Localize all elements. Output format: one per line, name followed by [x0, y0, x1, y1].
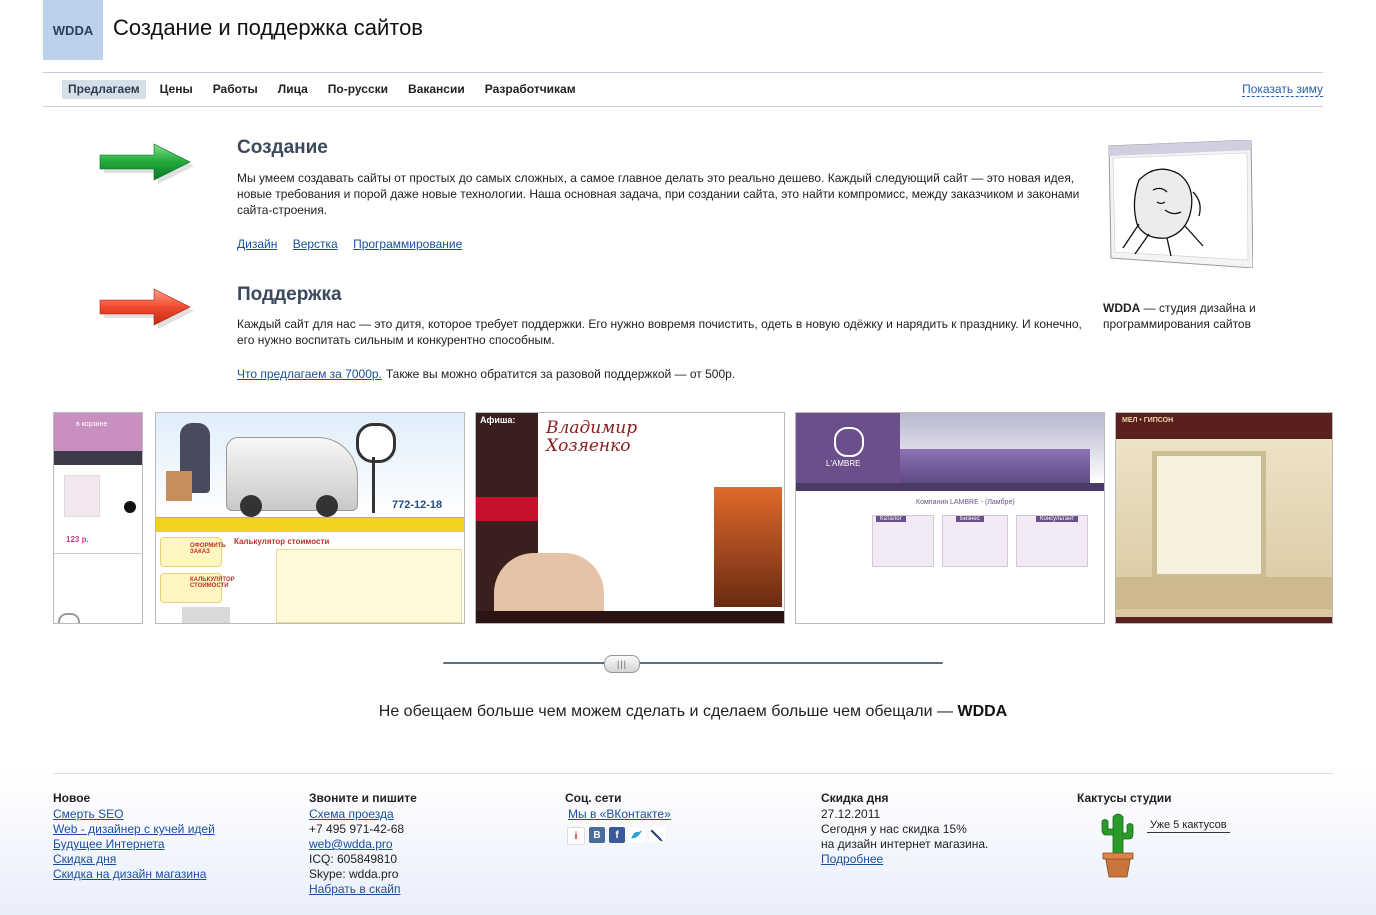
- thumb-cart-label: в корзине: [76, 421, 108, 428]
- carousel-slider-track[interactable]: [443, 662, 943, 664]
- nav-divider-bottom: [43, 106, 1323, 107]
- footer-discount: Скидка дня 27.12.2011 Сегодня у нас скид…: [821, 791, 988, 867]
- support-title: Поддержка: [237, 284, 342, 305]
- footer-news-title: Новое: [53, 791, 91, 805]
- creation-text: Мы умеем создавать сайты от простых до с…: [237, 171, 1080, 217]
- phone-number: +7 495 971-42-68: [309, 822, 405, 836]
- nav-item-prices[interactable]: Цены: [154, 80, 199, 99]
- nav-item-works[interactable]: Работы: [207, 80, 264, 99]
- footer-news: Новое Смерть SEO Web - дизайнер с кучей …: [53, 791, 215, 882]
- support-text: Каждый сайт для нас — это дитя, которое …: [237, 317, 1082, 347]
- footer-cactus: Кактусы студии: [1077, 791, 1172, 807]
- discount-line-1: Сегодня у нас скидка 15%: [821, 822, 967, 836]
- thumb-gypsum-brand: МЕЛ • ГИПСОН: [1122, 417, 1174, 424]
- nav-item-offer[interactable]: Предлагаем: [62, 80, 146, 99]
- portfolio-thumb-lambre[interactable]: L'AMBRE Компания LAMBRE - (Ламбре) Катал…: [795, 412, 1105, 624]
- skype-call-link[interactable]: Набрать в скайп: [309, 882, 400, 896]
- thumb-calc-label: КАЛЬКУЛЯТОР СТОИМОСТИ: [190, 577, 235, 589]
- portfolio-thumb-singer[interactable]: Афиша: Владимир Хозяенко: [475, 412, 785, 624]
- footer-news-link-5[interactable]: Скидка на дизайн магазина: [53, 867, 206, 881]
- thumb-order-label: ОФОРМИТЬ ЗАКАЗ: [190, 543, 226, 555]
- footer-divider: [53, 773, 1333, 774]
- nav-item-developers[interactable]: Разработчикам: [479, 80, 582, 99]
- footer-social-title: Соц. сети: [565, 791, 622, 805]
- design-link[interactable]: Дизайн: [237, 237, 277, 251]
- red-arrow-icon: [99, 288, 194, 329]
- carousel-slider-handle[interactable]: |||: [604, 655, 640, 673]
- portfolio-thumb-shop[interactable]: в корзине 123 р.: [53, 412, 143, 624]
- discount-more-link[interactable]: Подробнее: [821, 852, 883, 866]
- vkontakte-icon[interactable]: В: [589, 827, 605, 843]
- skype-name: Skype: wdda.pro: [309, 867, 399, 881]
- footer-social: Соц. сети Мы в «ВКонтакте» i В f: [565, 791, 671, 845]
- footer-discount-title: Скидка дня: [821, 791, 889, 805]
- social-icons: i В f: [567, 827, 671, 845]
- thumb-afisha: Афиша:: [480, 415, 516, 425]
- portfolio-carousel[interactable]: в корзине 123 р. 772-12-18 Калькулятор с…: [53, 412, 1333, 624]
- footer-news-link-1[interactable]: Смерть SEO: [53, 807, 123, 821]
- portfolio-thumb-delivery[interactable]: 772-12-18 Калькулятор стоимости ОФОРМИТЬ…: [155, 412, 465, 624]
- icq-number: ICQ: 605849810: [309, 852, 398, 866]
- footer-news-link-4[interactable]: Скидка дня: [53, 852, 116, 866]
- footer-contacts: Звоните и пишите Схема проезда +7 495 97…: [309, 791, 417, 897]
- livejournal-icon[interactable]: [649, 827, 665, 843]
- cactus-icon: [1101, 813, 1134, 878]
- slogan: Не обещаем больше чем можем сделать и сд…: [0, 703, 1376, 721]
- browser-sketch-illustration: [1108, 140, 1253, 268]
- caption-brand: WDDA: [1103, 301, 1141, 315]
- thumb-lambre-brand: L'AMBRE: [826, 459, 861, 468]
- nav-item-russian[interactable]: По-русски: [322, 80, 394, 99]
- site-title: Создание и поддержка сайтов: [113, 15, 423, 40]
- thumb-phone: 772-12-18: [392, 499, 443, 511]
- thumb-singer-name: Владимир Хозяенко: [546, 418, 638, 456]
- thumb-tab-catalog: Каталог: [876, 516, 906, 522]
- facebook-icon[interactable]: f: [609, 827, 625, 843]
- slogan-brand: WDDA: [957, 703, 1008, 720]
- nav-item-faces[interactable]: Лица: [272, 80, 314, 99]
- support-note: Также вы можно обратится за разовой подд…: [385, 367, 736, 381]
- thumb-tab-business: Бизнес: [956, 516, 984, 522]
- thumb-lambre-title: Компания LAMBRE - (Ламбре): [916, 499, 1015, 506]
- show-winter-link[interactable]: Показать зиму: [1242, 82, 1323, 97]
- twitter-icon[interactable]: [629, 827, 645, 843]
- email-link[interactable]: web@wdda.pro: [309, 837, 393, 851]
- cactus-count-bubble: Уже 5 кактусов: [1147, 819, 1230, 833]
- discount-date: 27.12.2011: [821, 807, 881, 821]
- discount-line-2: на дизайн интернет магазина.: [821, 837, 989, 851]
- footer-contacts-title: Звоните и пишите: [309, 791, 417, 805]
- vk-link[interactable]: Мы в «ВКонтакте»: [568, 807, 671, 821]
- footer-news-link-2[interactable]: Web - дизайнер с кучей идей: [53, 822, 215, 836]
- support-offer-link[interactable]: Что предлагаем за 7000р.: [237, 367, 382, 381]
- map-link[interactable]: Схема проезда: [309, 807, 394, 821]
- slogan-text: Не обещаем больше чем можем сделать и сд…: [378, 703, 958, 720]
- portfolio-thumb-gypsum[interactable]: МЕЛ • ГИПСОН: [1115, 412, 1333, 624]
- moikrug-icon[interactable]: i: [567, 827, 585, 845]
- main-nav: Предлагаем Цены Работы Лица По-русски Ва…: [62, 80, 590, 99]
- nav-item-vacancies[interactable]: Вакансии: [402, 80, 471, 99]
- site-logo[interactable]: WDDA: [43, 0, 103, 60]
- thumb-price: 123 р.: [66, 535, 89, 544]
- creation-links: Дизайн Верстка Программирование: [237, 237, 474, 251]
- creation-title: Создание: [237, 137, 328, 158]
- support-links: Что предлагаем за 7000р. Также вы можно о…: [237, 367, 747, 381]
- programming-link[interactable]: Программирование: [353, 237, 462, 251]
- thumb-tab-consultant: Консультант: [1036, 516, 1079, 522]
- footer-cactus-title: Кактусы студии: [1077, 791, 1172, 805]
- footer-news-link-3[interactable]: Будущее Интернета: [53, 837, 165, 851]
- green-arrow-icon: [99, 143, 194, 184]
- nav-divider-top: [43, 72, 1323, 73]
- thumb-calc-title: Калькулятор стоимости: [234, 537, 330, 546]
- markup-link[interactable]: Верстка: [293, 237, 338, 251]
- studio-caption: WDDA — студия дизайна и программирования…: [1103, 300, 1303, 332]
